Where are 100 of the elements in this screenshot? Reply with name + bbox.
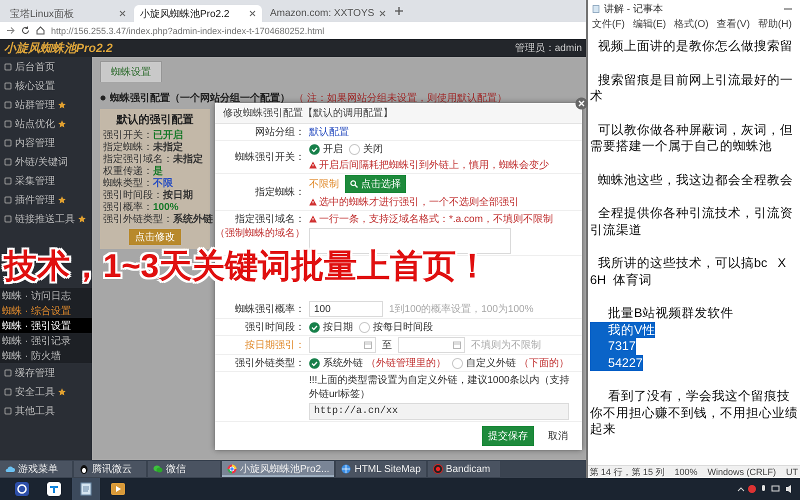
date-input[interactable]	[398, 337, 465, 353]
probability-input[interactable]: 100	[309, 301, 383, 317]
home-icon[interactable]	[36, 26, 45, 35]
sidebar-item[interactable]: 蜘蛛 · 综合设置	[0, 303, 92, 318]
field-value: 按日期	[163, 190, 193, 202]
forward-icon[interactable]	[6, 26, 15, 35]
radio-button[interactable]	[309, 322, 320, 332]
text-line: 视频上面讲的是教你怎么做搜索留	[597, 38, 793, 54]
sidebar-item[interactable]: 站点优化	[0, 114, 92, 133]
sidebar-item[interactable]: 采集管理	[0, 171, 92, 190]
sidebar-item[interactable]: 安全工具	[0, 382, 92, 401]
menu-item[interactable]: 帮助(H)	[758, 17, 792, 31]
field-value: 是	[153, 166, 163, 178]
radio-label: 开启	[323, 142, 343, 156]
menu-item-icon	[4, 82, 12, 90]
warning-icon	[309, 215, 317, 223]
calendar-icon	[453, 341, 461, 349]
text-line: 6H 体育词	[590, 272, 652, 288]
text-line: 蜘蛛池这些，我这边都会全程教会	[597, 172, 793, 188]
hint-text: 一行一条，支持泛域名格式：*.a.com，不填则不限制	[319, 212, 553, 226]
taskbar-window-button[interactable]: 游戏菜单	[0, 461, 72, 477]
field-label: 强引概率：	[103, 202, 153, 214]
field-value: 未指定	[153, 142, 183, 154]
field-label: 指定蜘蛛：	[255, 186, 305, 199]
sidebar-item[interactable]: 蜘蛛 · 强引记录	[0, 333, 92, 348]
date-input[interactable]	[309, 337, 376, 353]
close-icon[interactable]	[379, 10, 386, 17]
chat-icon	[153, 464, 163, 474]
menu-item[interactable]: 格式(O)	[674, 17, 709, 31]
status-text: Windows (CRLF)	[707, 467, 776, 477]
close-icon[interactable]	[249, 10, 256, 17]
sidebar-item[interactable]: 蜘蛛 · 访问日志	[0, 288, 92, 303]
menu-item[interactable]: 编辑(E)	[632, 17, 666, 31]
menu-item[interactable]: 查看(V)	[716, 17, 750, 31]
field-value: 已开启	[153, 130, 183, 141]
notepad-icon[interactable]	[79, 482, 93, 496]
radio-button[interactable]	[452, 358, 463, 368]
penguin-icon	[79, 464, 89, 474]
submit-button[interactable]: 提交保存	[482, 426, 534, 446]
menu-item-icon	[4, 62, 12, 70]
field-value: 系统外链	[173, 214, 213, 226]
player-icon[interactable]	[111, 482, 125, 496]
menu-item-icon	[4, 158, 12, 166]
taskbar-window-button[interactable]: 腾讯微云	[74, 461, 146, 477]
radio-button[interactable]	[349, 144, 360, 154]
new-tab-icon[interactable]	[394, 6, 404, 16]
taskbar-window-button[interactable]: 微信	[148, 461, 220, 477]
sidebar-item[interactable]: 缓存管理	[0, 363, 92, 382]
warning-text: 选中的蜘蛛才进行强引，一个不选则全部强引	[319, 196, 519, 209]
cancel-button[interactable]: 取消	[542, 428, 574, 444]
radio-label: 系统外链	[323, 356, 363, 370]
field-label: 强引外链类型：	[103, 214, 173, 226]
select-button[interactable]: 点击选择	[345, 175, 406, 193]
field-sublabel: （强制蜘蛛的域名）	[215, 226, 305, 240]
browser-tab[interactable]: Amazon.com: XXTOYS	[264, 5, 392, 22]
field-label: 指定强引域名：	[235, 212, 305, 226]
close-icon[interactable]	[119, 10, 126, 17]
status-text: 第 14 行，第 15 列	[589, 466, 664, 478]
app-icon[interactable]	[47, 482, 61, 496]
status-text: UT	[786, 467, 798, 477]
browser-tab[interactable]: 宝塔Linux面板	[4, 5, 132, 22]
option-note: （下面的）	[519, 357, 569, 370]
reload-icon[interactable]	[21, 26, 30, 35]
option-note: （外链管理里的）	[366, 357, 446, 370]
menu-item-icon	[4, 138, 12, 146]
browser-tab[interactable]: 小旋风蜘蛛池Pro2.2	[134, 5, 262, 22]
sidebar-item[interactable]: 核心设置	[0, 76, 92, 95]
menu-item-icon	[4, 196, 12, 204]
hint-text: 1到100的概率设置，100为100%	[389, 302, 534, 316]
window-title: 讲解 - 记事本	[604, 2, 663, 16]
links-textarea[interactable]: http://a.cn/xx	[309, 403, 569, 420]
menu-item-icon	[4, 120, 12, 128]
settings-tab[interactable]: 蜘蛛设置	[100, 61, 162, 82]
app-logo: 小旋风蜘蛛池Pro2.2	[4, 40, 113, 56]
field-label: 强引外链类型：	[235, 356, 305, 370]
menu-item-icon	[4, 214, 12, 222]
radio-button[interactable]	[309, 358, 320, 368]
radio-label: 自定义外链	[466, 356, 516, 370]
field-label: 指定蜘蛛：	[103, 142, 153, 154]
sidebar-item[interactable]: 蜘蛛 · 防火墙	[0, 348, 92, 363]
sidebar-item[interactable]: 站群管理	[0, 95, 92, 114]
user-label: 管理员：admin	[514, 42, 582, 55]
sidebar-item[interactable]: 链接推送工具	[0, 209, 92, 228]
text-line: 我所讲的这些技术，可以搞bc X	[597, 255, 786, 272]
field-value: 100%	[153, 202, 179, 214]
text-line: 批量B站视频群发软件	[607, 305, 734, 322]
sidebar-item[interactable]: 后台首页	[0, 57, 92, 76]
taskbar-window-button[interactable]: Bandicam	[428, 461, 500, 477]
menu-item[interactable]: 文件(F)	[592, 17, 625, 31]
app-icon[interactable]	[15, 482, 29, 496]
sidebar-item[interactable]: 外链/关键词	[0, 152, 92, 171]
sidebar-item[interactable]: 内容管理	[0, 133, 92, 152]
sidebar-item[interactable]: 插件管理	[0, 190, 92, 209]
field-label: 蜘蛛类型：	[103, 178, 153, 190]
record-icon	[432, 464, 443, 474]
radio-button[interactable]	[309, 144, 320, 154]
taskbar-window-button[interactable]: HTML SiteMap	[336, 461, 426, 477]
sidebar-item[interactable]: 其他工具	[0, 401, 92, 420]
radio-button[interactable]	[359, 322, 370, 332]
sidebar-item[interactable]: 蜘蛛 · 强引设置	[0, 318, 92, 333]
